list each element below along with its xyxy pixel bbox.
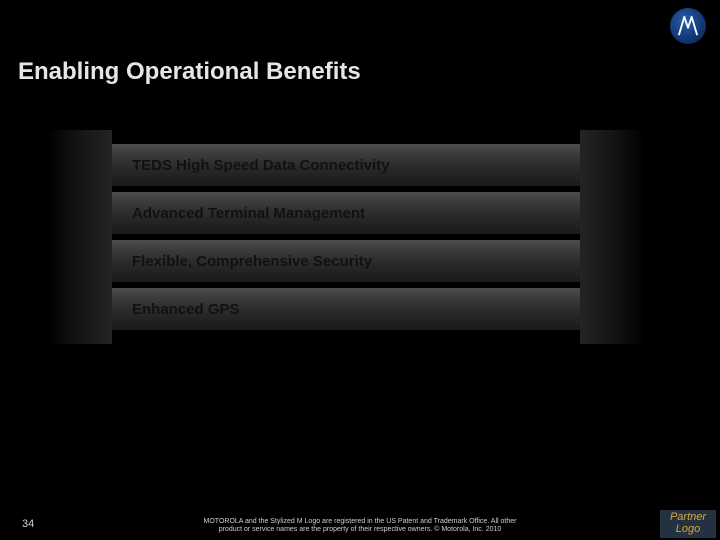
partner-logo-placeholder: Partner Logo — [660, 510, 716, 538]
stripe-wrap: TEDS High Speed Data Connectivity Advanc… — [32, 130, 660, 344]
legal-line-1: MOTOROLA and the Stylized M Logo are reg… — [204, 518, 517, 525]
fade-left — [32, 130, 112, 344]
list-item: Flexible, Comprehensive Security — [32, 240, 660, 282]
slide: Enabling Operational Benefits TEDS High … — [0, 0, 720, 540]
list-item-label: Advanced Terminal Management — [132, 205, 365, 222]
fade-right — [580, 130, 660, 344]
content-panel: TEDS High Speed Data Connectivity Advanc… — [32, 130, 660, 344]
benefit-list: TEDS High Speed Data Connectivity Advanc… — [32, 130, 660, 344]
list-item-label: Enhanced GPS — [132, 301, 240, 318]
list-item-label: Flexible, Comprehensive Security — [132, 253, 372, 270]
list-item: Enhanced GPS — [32, 288, 660, 330]
motorola-logo-icon — [670, 8, 706, 44]
slide-title: Enabling Operational Benefits — [18, 58, 361, 86]
stylized-m-icon — [677, 15, 699, 37]
footer: 34 MOTOROLA and the Stylized M Logo are … — [0, 508, 720, 540]
legal-text: MOTOROLA and the Stylized M Logo are reg… — [0, 518, 720, 534]
legal-line-2: product or service names are the propert… — [219, 526, 502, 533]
list-item-label: TEDS High Speed Data Connectivity — [132, 157, 390, 174]
list-item: Advanced Terminal Management — [32, 192, 660, 234]
list-item: TEDS High Speed Data Connectivity — [32, 144, 660, 186]
